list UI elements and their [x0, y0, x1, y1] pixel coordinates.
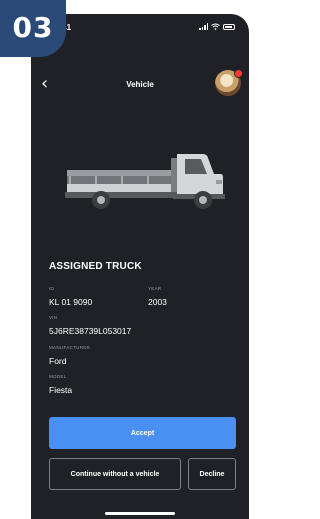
- id-label: ID: [49, 286, 55, 291]
- phone-screen: 9:41 ‹ Vehicle: [31, 14, 249, 519]
- section-heading: ASSIGNED TRUCK: [49, 261, 142, 272]
- accept-button[interactable]: Accept: [49, 417, 236, 449]
- continue-without-vehicle-button[interactable]: Continue without a vehicle: [49, 458, 181, 490]
- battery-icon: [223, 23, 235, 30]
- decline-button[interactable]: Decline: [188, 458, 236, 490]
- year-value: 2003: [148, 297, 167, 307]
- model-value: Fiesta: [49, 385, 73, 395]
- vin-value: 5J6RE38739L053017: [49, 326, 132, 336]
- manufacturer-value: Ford: [49, 356, 67, 366]
- truck-illustration: [65, 154, 225, 209]
- step-badge: 03: [0, 0, 66, 57]
- status-icons: [199, 23, 235, 30]
- step-number: 03: [12, 11, 54, 44]
- model-label: MODEL: [49, 374, 67, 379]
- year-label: YEAR: [148, 286, 162, 291]
- wifi-icon: [211, 23, 220, 30]
- notification-dot: [234, 69, 243, 78]
- manufacturer-label: MANUFACTURER: [49, 345, 91, 350]
- signal-icon: [199, 23, 208, 30]
- home-indicator: [105, 512, 175, 515]
- id-value: KL 01 9090: [49, 297, 93, 307]
- vin-label: VIN: [49, 315, 58, 320]
- avatar[interactable]: [215, 69, 243, 96]
